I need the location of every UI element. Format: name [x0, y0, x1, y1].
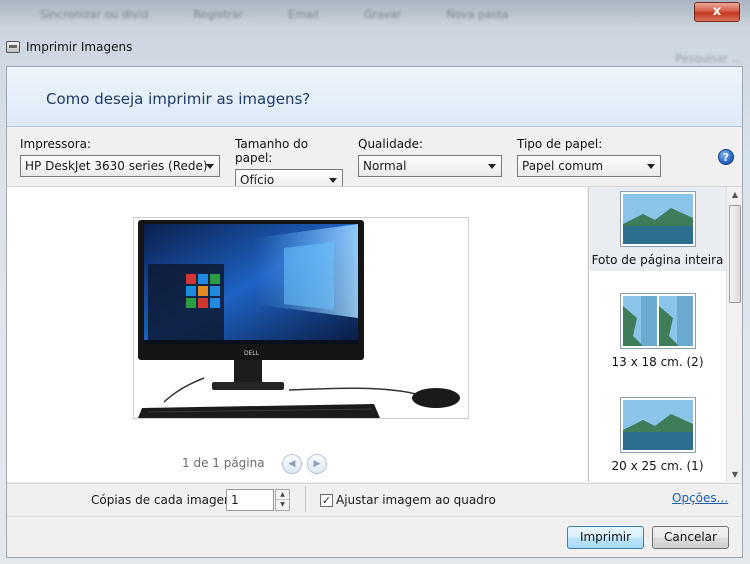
copies-stepper[interactable]: ▲ ▼ [275, 489, 290, 511]
paper-type-value: Papel comum [522, 159, 604, 173]
layout-thumbnail [619, 397, 696, 453]
mouse [412, 388, 460, 408]
cancel-button[interactable]: Cancelar [652, 526, 729, 549]
layout-label: 20 x 25 cm. (1) [611, 459, 704, 473]
quality-value: Normal [363, 159, 407, 173]
page-counter: 1 de 1 página [182, 456, 265, 470]
monitor-neck [234, 360, 262, 384]
layout-scrollbar[interactable]: ▲ ▼ [726, 187, 742, 482]
layout-label: 13 x 18 cm. (2) [611, 355, 704, 369]
printer-option: Impressora: HP DeskJet 3630 series (Rede… [20, 137, 220, 177]
stepper-down-icon[interactable]: ▼ [276, 500, 289, 510]
scroll-thumb[interactable] [729, 205, 741, 303]
layout-item-full-page[interactable]: Foto de página inteira [589, 187, 726, 271]
background-app-strip: Sincronizar ou divid Registrar Email Gra… [0, 0, 750, 30]
fit-image-label[interactable]: Ajustar imagem ao quadro [336, 493, 496, 507]
background-menu-item: Gravar [363, 8, 402, 21]
background-menu-item: Nova pasta [446, 8, 509, 21]
print-dialog: Como deseja imprimir as imagens? Impress… [6, 66, 743, 558]
quality-label: Qualidade: [358, 137, 424, 151]
layout-thumbnail [619, 293, 696, 349]
layout-item-13x18[interactable]: 13 x 18 cm. (2) [589, 293, 726, 377]
background-menu-item: Sincronizar ou divid [40, 8, 149, 21]
windows-logo [284, 242, 334, 310]
quality-option: Qualidade: Normal [358, 137, 502, 177]
monitor-base [212, 382, 284, 390]
paper-size-value: Ofício [240, 173, 275, 187]
print-button[interactable]: Imprimir [567, 526, 644, 549]
preview-area: DELL 1 de 1 página ◀ ▶ [7, 186, 587, 482]
print-options-row: Impressora: HP DeskJet 3630 series (Rede… [7, 137, 742, 191]
printer-select[interactable]: HP DeskJet 3630 series (Rede) [20, 155, 220, 177]
scroll-up-icon[interactable]: ▲ [727, 187, 742, 203]
background-menu: Sincronizar ou divid Registrar Email Gra… [40, 8, 509, 21]
portrait-thumbnail-image [658, 296, 693, 346]
paper-size-option: Tamanho do papel: Ofício [235, 137, 343, 191]
computer-preview-image: DELL [138, 220, 460, 418]
layout-thumbnail [619, 191, 696, 247]
preview-page: DELL [133, 217, 469, 419]
chevron-down-icon [647, 164, 655, 169]
copies-input[interactable]: 1 [226, 489, 274, 511]
window-title: Imprimir Imagens [26, 40, 133, 54]
chevron-down-icon [488, 164, 496, 169]
previous-page-button[interactable]: ◀ [282, 454, 302, 474]
keyboard-cable [163, 377, 205, 403]
stepper-up-icon[interactable]: ▲ [276, 490, 289, 500]
chevron-down-icon [206, 164, 214, 169]
scroll-down-icon[interactable]: ▼ [727, 467, 742, 482]
help-icon[interactable]: ? [718, 149, 734, 165]
fit-image-checkbox[interactable]: ✓ [320, 494, 333, 507]
printer-icon [6, 41, 20, 53]
dialog-footer: Imprimir Cancelar [7, 516, 742, 557]
layout-item-20x25[interactable]: 20 x 25 cm. (1) [589, 397, 726, 481]
background-menu-item: Email [288, 8, 319, 21]
paper-type-label: Tipo de papel: [517, 137, 603, 151]
next-page-button[interactable]: ▶ [307, 454, 327, 474]
printer-label: Impressora: [20, 137, 92, 151]
copies-label: Cópias de cada imagem: [91, 493, 240, 507]
printer-value: HP DeskJet 3630 series (Rede) [25, 159, 208, 173]
close-button[interactable]: x [694, 2, 740, 22]
copies-row: Cópias de cada imagem: 1 ▲ ▼ ✓ Ajustar i… [7, 483, 742, 515]
portrait-thumbnail-image [622, 296, 657, 346]
layout-list: Foto de página inteira 13 x 18 cm. (2) 2… [588, 186, 742, 482]
paper-type-option: Tipo de papel: Papel comum [517, 137, 661, 177]
options-link[interactable]: Opções... [672, 491, 728, 505]
quality-select[interactable]: Normal [358, 155, 502, 177]
title-bar: Imprimir Imagens [6, 36, 132, 58]
chevron-down-icon [329, 178, 337, 183]
dialog-heading: Como deseja imprimir as imagens? [46, 90, 311, 108]
mouse-cable [288, 387, 417, 395]
landscape-thumbnail-image [622, 400, 693, 450]
divider [305, 486, 306, 512]
dell-logo: DELL [244, 350, 260, 357]
layout-label: Foto de página inteira [591, 253, 724, 267]
background-menu-item: Registrar [193, 8, 244, 21]
paper-type-select[interactable]: Papel comum [517, 155, 661, 177]
landscape-thumbnail-image [622, 194, 693, 244]
taskbar [144, 340, 358, 344]
header-band: Como deseja imprimir as imagens? [7, 67, 742, 127]
paper-size-label: Tamanho do papel: [235, 137, 309, 165]
background-search-text: Pesquisar ... [675, 52, 742, 65]
